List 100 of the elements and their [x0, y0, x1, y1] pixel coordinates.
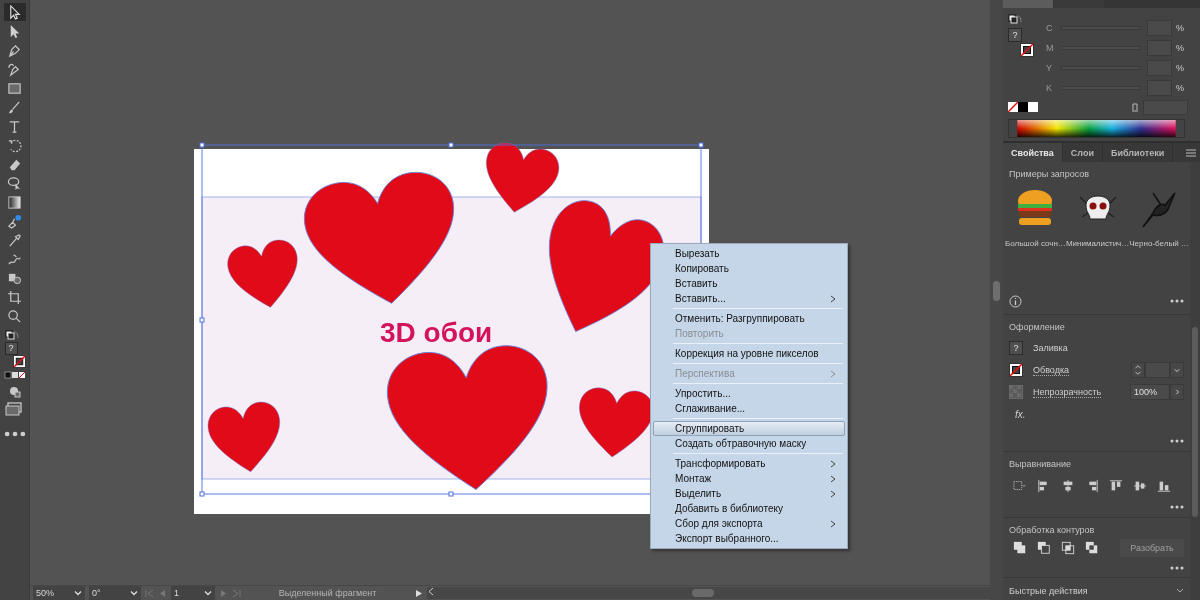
tool-button[interactable]: [3, 3, 26, 21]
scroll-thumb[interactable]: [993, 281, 1000, 301]
menu-item[interactable]: Коррекция на уровне пикселов: [653, 346, 845, 361]
lasso-icon: [7, 175, 22, 191]
panel-scrollbar[interactable]: [1190, 162, 1200, 600]
channel-label: C: [1045, 23, 1054, 33]
info-icon[interactable]: [1009, 294, 1022, 308]
menu-item[interactable]: Отменить: Разгруппировать: [653, 311, 845, 326]
stroke-swatch-icon[interactable]: [1009, 363, 1023, 377]
menu-item[interactable]: Добавить в библиотеку: [653, 501, 845, 516]
more-icon[interactable]: [1170, 505, 1184, 509]
heart-shape: [227, 239, 298, 308]
stepper-icon[interactable]: [1131, 362, 1145, 378]
channel-label: Y: [1045, 63, 1053, 73]
menu-item[interactable]: Сгруппировать: [653, 421, 845, 436]
align-to-icon[interactable]: [1013, 479, 1027, 493]
color-spectrum[interactable]: [1008, 119, 1185, 138]
type-icon: [7, 118, 22, 134]
effects-button[interactable]: fx.: [1015, 409, 1029, 420]
opacity-link[interactable]: Непрозрачность: [1033, 386, 1102, 398]
more-icon[interactable]: [1170, 566, 1184, 570]
pin-icon: [7, 213, 22, 229]
hex-icon: [1130, 102, 1139, 112]
section-title: Оформление: [1009, 322, 1066, 332]
crop-icon: [7, 289, 22, 305]
unit-label: %: [1176, 83, 1184, 93]
zoom-icon: [7, 308, 22, 324]
stroke-link[interactable]: Обводка: [1033, 364, 1070, 376]
zoom-field[interactable]: 50%: [33, 586, 85, 600]
fill-swatch[interactable]: ?: [4, 342, 18, 355]
section-title: Быстрые действия: [1009, 586, 1088, 596]
more-icon[interactable]: [1170, 299, 1184, 303]
opacity-field[interactable]: 100%: [1130, 384, 1170, 400]
sample-caption: Большой сочн…: [1005, 239, 1066, 248]
sample-caption: Минималистич…: [1065, 239, 1130, 248]
minus-front-icon[interactable]: [1037, 541, 1051, 555]
section-title: Примеры запросов: [1009, 169, 1091, 179]
unit-label: %: [1176, 43, 1184, 53]
play-icon[interactable]: [414, 588, 423, 598]
scroll-thumb[interactable]: [692, 589, 714, 597]
unite-icon[interactable]: [1013, 541, 1027, 555]
fill-swatch[interactable]: ?: [1009, 341, 1023, 355]
menu-item[interactable]: Создать обтравочную маску: [653, 436, 845, 451]
align-top-icon[interactable]: [1109, 479, 1123, 493]
checkerboard-icon[interactable]: [1009, 385, 1023, 399]
section-title: Выравнивание: [1009, 459, 1072, 469]
fill-swatch[interactable]: ?: [1008, 28, 1022, 42]
pen-icon: [7, 42, 22, 58]
align-center-icon[interactable]: [1061, 479, 1075, 493]
stroke-swatch-icon[interactable]: [1020, 43, 1034, 57]
menu-item[interactable]: Упростить...: [653, 386, 845, 401]
chevron-right-icon: [830, 519, 836, 528]
brush-icon: [7, 99, 22, 115]
rotation-field[interactable]: 0°: [89, 586, 141, 600]
menu-item[interactable]: Экспорт выбранного...: [653, 531, 845, 546]
panel-tab[interactable]: Свойства: [1003, 143, 1063, 162]
color-swatch[interactable]: [1018, 102, 1028, 112]
rectangle-icon: [7, 80, 22, 96]
menu-item[interactable]: Выделить: [653, 486, 845, 501]
artboard-text: 3D обои: [380, 317, 493, 348]
chevron-right-icon: [830, 294, 836, 303]
sample-caption: Черно-белый …: [1129, 239, 1189, 248]
section-title: Обработка контуров: [1009, 525, 1096, 535]
panel-tab[interactable]: Слои: [1062, 143, 1103, 162]
stroke-swatch-icon[interactable]: [12, 355, 26, 368]
pen-curve-icon: [7, 61, 22, 77]
menu-item[interactable]: Вставить: [653, 276, 845, 291]
chevron-left-icon[interactable]: [427, 587, 436, 596]
rotate-icon: [7, 137, 22, 153]
menu-item[interactable]: Вырезать: [653, 246, 845, 261]
arrow-pointer-icon: [7, 4, 22, 20]
vertical-scrollbar[interactable]: [990, 0, 1003, 600]
menu-item[interactable]: Копировать: [653, 261, 845, 276]
exclude-icon[interactable]: [1085, 541, 1099, 555]
panel-tab[interactable]: Библиотеки: [1102, 143, 1174, 162]
intersect-icon[interactable]: [1061, 541, 1075, 555]
channel-label: M: [1045, 43, 1055, 53]
none-swatch[interactable]: [1008, 102, 1018, 112]
menu-item[interactable]: Сглаживание...: [653, 401, 845, 416]
scroll-thumb[interactable]: [1192, 327, 1198, 517]
menu-item[interactable]: Сбор для экспорта: [653, 516, 845, 531]
align-bottom-icon[interactable]: [1157, 479, 1171, 493]
menu-item[interactable]: Вставить...: [653, 291, 845, 306]
unit-label: %: [1176, 63, 1184, 73]
caret-icon[interactable]: [1170, 362, 1184, 378]
chevron-right-icon[interactable]: [1170, 384, 1184, 400]
gradient-icon: [7, 194, 22, 210]
status-text: Выделенный фрагмент: [277, 588, 378, 598]
more-icon[interactable]: [1170, 439, 1184, 443]
eyedropper-icon: [7, 232, 22, 248]
fill-label: Заливка: [1033, 343, 1068, 353]
chevron-down-icon[interactable]: [1176, 588, 1184, 594]
artboard-field[interactable]: 1: [171, 586, 215, 600]
menu-item[interactable]: Трансформировать: [653, 456, 845, 471]
align-middle-icon[interactable]: [1133, 479, 1147, 493]
unit-label: %: [1176, 23, 1184, 33]
color-swatch[interactable]: [1028, 102, 1038, 112]
channel-label: K: [1045, 83, 1053, 93]
horizontal-scrollbar[interactable]: [427, 587, 990, 599]
menu-item[interactable]: Монтаж: [653, 471, 845, 486]
